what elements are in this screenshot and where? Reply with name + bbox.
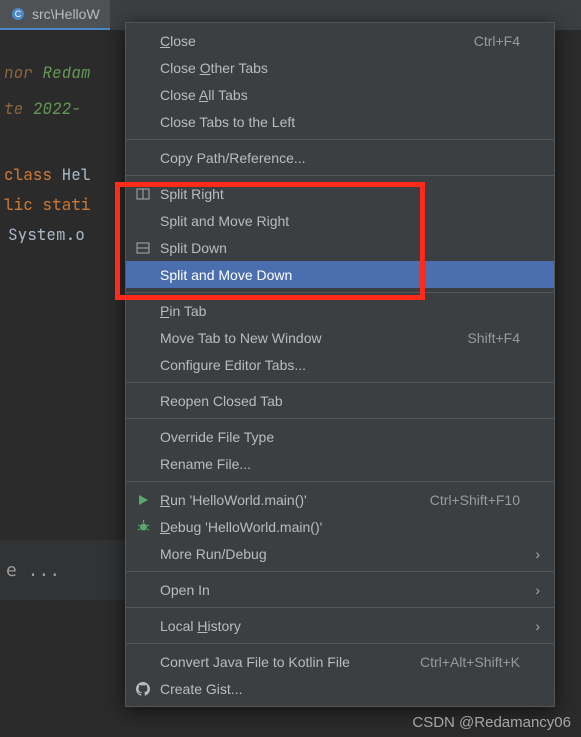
menu-item-run[interactable]: Run 'HelloWorld.main()' Ctrl+Shift+F10 xyxy=(126,486,554,513)
menu-item-shortcut: Shift+F4 xyxy=(467,330,520,346)
menu-item-label: Local History xyxy=(160,618,512,634)
menu-item-shortcut: Ctrl+Shift+F10 xyxy=(430,492,520,508)
menu-item-close-left[interactable]: Close Tabs to the Left xyxy=(126,108,554,135)
menu-item-close-all[interactable]: Close All Tabs xyxy=(126,81,554,108)
menu-item-label: Copy Path/Reference... xyxy=(160,150,512,166)
menu-item-label: Close Other Tabs xyxy=(160,60,512,76)
menu-item-label: Run 'HelloWorld.main()' xyxy=(160,492,422,508)
kw-class: class xyxy=(4,164,52,185)
menu-item-debug[interactable]: Debug 'HelloWorld.main()' xyxy=(126,513,554,540)
menu-item-label: Pin Tab xyxy=(160,303,512,319)
menu-item-split-move-down[interactable]: Split and Move Down xyxy=(126,261,554,288)
menu-item-label: Rename File... xyxy=(160,456,512,472)
submenu-arrow-icon: › xyxy=(528,618,540,634)
menu-separator xyxy=(126,382,554,383)
split-right-icon xyxy=(134,187,152,201)
menu-item-label: Close xyxy=(160,33,466,49)
menu-item-shortcut: Ctrl+F4 xyxy=(474,33,520,49)
menu-item-label: Override File Type xyxy=(160,429,512,445)
doc-author-tag: nor xyxy=(4,62,33,83)
menu-item-label: Close Tabs to the Left xyxy=(160,114,512,130)
menu-separator xyxy=(126,607,554,608)
menu-item-label: Configure Editor Tabs... xyxy=(160,357,512,373)
menu-item-split-move-right[interactable]: Split and Move Right xyxy=(126,207,554,234)
menu-item-convert-kotlin[interactable]: Convert Java File to Kotlin File Ctrl+Alt… xyxy=(126,648,554,675)
menu-item-label: Open In xyxy=(160,582,512,598)
split-down-icon xyxy=(134,241,152,255)
tab-label: src\HelloW xyxy=(32,6,100,22)
submenu-arrow-icon: › xyxy=(528,546,540,562)
class-name: Hel xyxy=(62,164,91,185)
menu-item-open-in[interactable]: Open In › xyxy=(126,576,554,603)
menu-item-pin-tab[interactable]: Pin Tab xyxy=(126,297,554,324)
submenu-arrow-icon: › xyxy=(528,582,540,598)
class-icon: C xyxy=(10,6,26,22)
menu-item-label: Reopen Closed Tab xyxy=(160,393,512,409)
menu-item-create-gist[interactable]: Create Gist... xyxy=(126,675,554,702)
menu-item-label: Split Right xyxy=(160,186,512,202)
menu-item-split-down[interactable]: Split Down xyxy=(126,234,554,261)
menu-separator xyxy=(126,139,554,140)
doc-author-val: Redam xyxy=(42,62,90,83)
watermark: CSDN @Redamancy06 xyxy=(412,714,571,731)
editor-area[interactable]: nor Redam te 2022- class Hel lic stati S… xyxy=(0,30,125,737)
menu-item-close-others[interactable]: Close Other Tabs xyxy=(126,54,554,81)
menu-separator xyxy=(126,481,554,482)
tab-context-menu: Close Ctrl+F4 Close Other Tabs Close All Ta… xyxy=(125,22,555,707)
menu-separator xyxy=(126,175,554,176)
menu-item-label: More Run/Debug xyxy=(160,546,512,562)
menu-item-configure-tabs[interactable]: Configure Editor Tabs... xyxy=(126,351,554,378)
menu-item-local-history[interactable]: Local History › xyxy=(126,612,554,639)
menu-item-label: Split and Move Down xyxy=(160,267,512,283)
menu-item-split-right[interactable]: Split Right xyxy=(126,180,554,207)
menu-item-shortcut: Ctrl+Alt+Shift+K xyxy=(420,654,520,670)
menu-item-label: Split Down xyxy=(160,240,512,256)
modifiers: lic stati xyxy=(4,194,90,215)
menu-item-label: Convert Java File to Kotlin File xyxy=(160,654,412,670)
menu-item-reopen-closed[interactable]: Reopen Closed Tab xyxy=(126,387,554,414)
editor-fold-hint: e ... xyxy=(0,540,125,600)
system-out: System.o xyxy=(8,224,85,245)
editor-tab[interactable]: C src\HelloW xyxy=(0,0,110,30)
menu-item-close[interactable]: Close Ctrl+F4 xyxy=(126,27,554,54)
github-icon xyxy=(134,682,152,696)
menu-separator xyxy=(126,571,554,572)
svg-text:C: C xyxy=(15,9,22,19)
menu-item-rename-file[interactable]: Rename File... xyxy=(126,450,554,477)
menu-item-label: Move Tab to New Window xyxy=(160,330,459,346)
menu-item-copy-path[interactable]: Copy Path/Reference... xyxy=(126,144,554,171)
menu-item-more-run[interactable]: More Run/Debug › xyxy=(126,540,554,567)
menu-item-override-ft[interactable]: Override File Type xyxy=(126,423,554,450)
debug-icon xyxy=(134,520,152,533)
doc-date-tag: te xyxy=(4,98,23,119)
fold-ellipsis: e ... xyxy=(6,560,60,581)
menu-item-label: Debug 'HelloWorld.main()' xyxy=(160,519,512,535)
run-icon xyxy=(134,494,152,506)
menu-item-label: Split and Move Right xyxy=(160,213,512,229)
menu-separator xyxy=(126,418,554,419)
menu-item-move-new-window[interactable]: Move Tab to New Window Shift+F4 xyxy=(126,324,554,351)
menu-item-label: Create Gist... xyxy=(160,681,512,697)
menu-item-label: Close All Tabs xyxy=(160,87,512,103)
menu-separator xyxy=(126,292,554,293)
menu-separator xyxy=(126,643,554,644)
doc-date-val: 2022- xyxy=(33,98,81,119)
